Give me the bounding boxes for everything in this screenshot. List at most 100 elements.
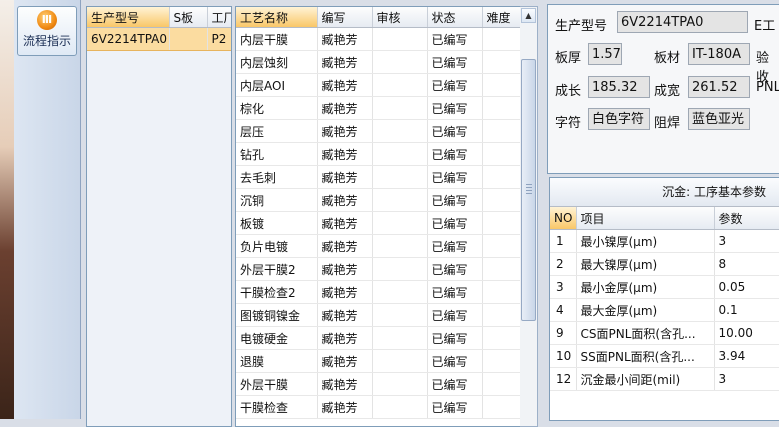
process-review <box>372 257 428 281</box>
param-row[interactable]: 4 最大金厚(μm) 0.1 <box>550 298 779 322</box>
order-s <box>169 27 208 51</box>
process-status: 已编写 <box>427 27 483 51</box>
process-row[interactable]: 沉铜 臧艳芳 已编写 <box>236 188 520 212</box>
order-col-s[interactable]: S板 <box>169 7 208 28</box>
process-scrollbar[interactable]: ▲ <box>520 6 538 427</box>
thickness-value[interactable]: 1.57 <box>588 43 622 65</box>
process-difficulty <box>482 234 520 258</box>
params-col-no[interactable]: NO <box>550 207 577 230</box>
process-difficulty <box>482 326 520 350</box>
param-item: 最大金厚(μm) <box>576 298 715 322</box>
process-row[interactable]: 图镀铜镍金 臧艳芳 已编写 <box>236 303 520 327</box>
info-panel: 生产型号 6V2214TPA0 E工 板厚 1.57 板材 IT-180A 验收… <box>547 4 779 174</box>
flow-indicator-label: 流程指示 <box>22 34 71 48</box>
param-row[interactable]: 1 最小镍厚(μm) 3 <box>550 229 779 253</box>
process-row[interactable]: 外层干膜 臧艳芳 已编写 <box>236 372 520 396</box>
param-row[interactable]: 9 CS面PNL面积(含孔... 10.00 <box>550 321 779 345</box>
process-writer: 臧艳芳 <box>317 188 373 212</box>
length-value[interactable]: 185.32 <box>588 76 650 98</box>
scroll-thumb[interactable] <box>521 59 536 321</box>
process-difficulty <box>482 372 520 396</box>
process-difficulty <box>482 96 520 120</box>
scroll-up-icon[interactable]: ▲ <box>521 8 536 23</box>
process-name: 钻孔 <box>236 142 318 166</box>
process-writer: 臧艳芳 <box>317 372 373 396</box>
process-writer: 臧艳芳 <box>317 50 373 74</box>
params-col-value[interactable]: 参数 <box>714 207 779 230</box>
param-value: 3.94 <box>714 344 779 368</box>
process-status: 已编写 <box>427 395 483 419</box>
process-row[interactable]: 电镀硬金 臧艳芳 已编写 <box>236 326 520 350</box>
process-name: 负片电镀 <box>236 234 318 258</box>
process-writer: 臧艳芳 <box>317 211 373 235</box>
process-status: 已编写 <box>427 372 483 396</box>
process-writer: 臧艳芳 <box>317 303 373 327</box>
process-row[interactable]: 内层AOI 臧艳芳 已编写 <box>236 73 520 97</box>
soldermask-label: 阻焊 <box>654 116 681 131</box>
process-name: 图镀铜镍金 <box>236 303 318 327</box>
order-col-model[interactable]: 生产型号 <box>87 7 170 28</box>
order-grid: 生产型号 S板 工厂 6V2214TPA0 P2 <box>86 6 232 427</box>
process-name: 内层蚀刻 <box>236 50 318 74</box>
param-row[interactable]: 3 最小金厚(μm) 0.05 <box>550 275 779 299</box>
process-name: 退膜 <box>236 349 318 373</box>
param-item: 沉金最小间距(mil) <box>576 367 715 391</box>
left-toolbar: Ⅲ 流程指示 <box>14 0 81 419</box>
param-value: 10.00 <box>714 321 779 345</box>
flow-indicator-button[interactable]: Ⅲ 流程指示 <box>17 6 77 56</box>
param-no: 9 <box>550 321 577 345</box>
process-writer: 臧艳芳 <box>317 395 373 419</box>
process-writer: 臧艳芳 <box>317 165 373 189</box>
param-item: 最大镍厚(μm) <box>576 252 715 276</box>
process-row[interactable]: 干膜检查2 臧艳芳 已编写 <box>236 280 520 304</box>
process-row[interactable]: 层压 臧艳芳 已编写 <box>236 119 520 143</box>
param-no: 1 <box>550 229 577 253</box>
process-row[interactable]: 干膜检查 臧艳芳 已编写 <box>236 395 520 419</box>
process-review <box>372 142 428 166</box>
model-value[interactable]: 6V2214TPA0 <box>617 11 748 33</box>
param-row[interactable]: 10 SS面PNL面积(含孔... 3.94 <box>550 344 779 368</box>
process-row[interactable]: 去毛刺 臧艳芳 已编写 <box>236 165 520 189</box>
width-value[interactable]: 261.52 <box>688 76 750 98</box>
process-row[interactable]: 退膜 臧艳芳 已编写 <box>236 349 520 373</box>
process-writer: 臧艳芳 <box>317 234 373 258</box>
process-difficulty <box>482 349 520 373</box>
process-row[interactable]: 板镀 臧艳芳 已编写 <box>236 211 520 235</box>
process-row[interactable]: 棕化 臧艳芳 已编写 <box>236 96 520 120</box>
process-review <box>372 211 428 235</box>
param-row[interactable]: 2 最大镍厚(μm) 8 <box>550 252 779 276</box>
order-factory: P2 <box>207 27 231 51</box>
material-value[interactable]: IT-180A <box>688 43 750 65</box>
process-review <box>372 73 428 97</box>
process-row[interactable]: 外层干膜2 臧艳芳 已编写 <box>236 257 520 281</box>
process-grid: 工艺名称 编写 审核 状态 难度 内层干膜 臧艳芳 已编写 内层蚀刻 臧艳芳 已编写 内层A… <box>235 6 521 427</box>
soldermask-value[interactable]: 蓝色亚光 <box>688 108 750 130</box>
param-row[interactable]: 12 沉金最小间距(mil) 3 <box>550 367 779 391</box>
scroll-grip-icon <box>526 184 532 194</box>
process-row[interactable]: 钻孔 臧艳芳 已编写 <box>236 142 520 166</box>
process-difficulty <box>482 50 520 74</box>
process-col-name[interactable]: 工艺名称 <box>236 7 318 28</box>
process-review <box>372 303 428 327</box>
param-no: 12 <box>550 367 577 391</box>
order-row[interactable]: 6V2214TPA0 P2 <box>87 27 231 51</box>
process-col-writer[interactable]: 编写 <box>317 7 373 28</box>
process-col-difficulty[interactable]: 难度 <box>482 7 520 28</box>
order-col-factory[interactable]: 工厂 <box>207 7 231 28</box>
process-col-status[interactable]: 状态 <box>427 7 483 28</box>
process-row[interactable]: 内层蚀刻 臧艳芳 已编写 <box>236 50 520 74</box>
process-col-review[interactable]: 审核 <box>372 7 428 28</box>
process-review <box>372 119 428 143</box>
pnl-label: PNL <box>756 80 779 95</box>
process-row[interactable]: 内层干膜 臧艳芳 已编写 <box>236 27 520 51</box>
process-name: 层压 <box>236 119 318 143</box>
character-value[interactable]: 白色字符 <box>588 108 650 130</box>
process-status: 已编写 <box>427 142 483 166</box>
param-no: 10 <box>550 344 577 368</box>
process-row[interactable]: 负片电镀 臧艳芳 已编写 <box>236 234 520 258</box>
param-value: 3 <box>714 229 779 253</box>
process-difficulty <box>482 257 520 281</box>
process-difficulty <box>482 142 520 166</box>
background-photo <box>0 0 14 419</box>
params-col-item[interactable]: 项目 <box>576 207 715 230</box>
